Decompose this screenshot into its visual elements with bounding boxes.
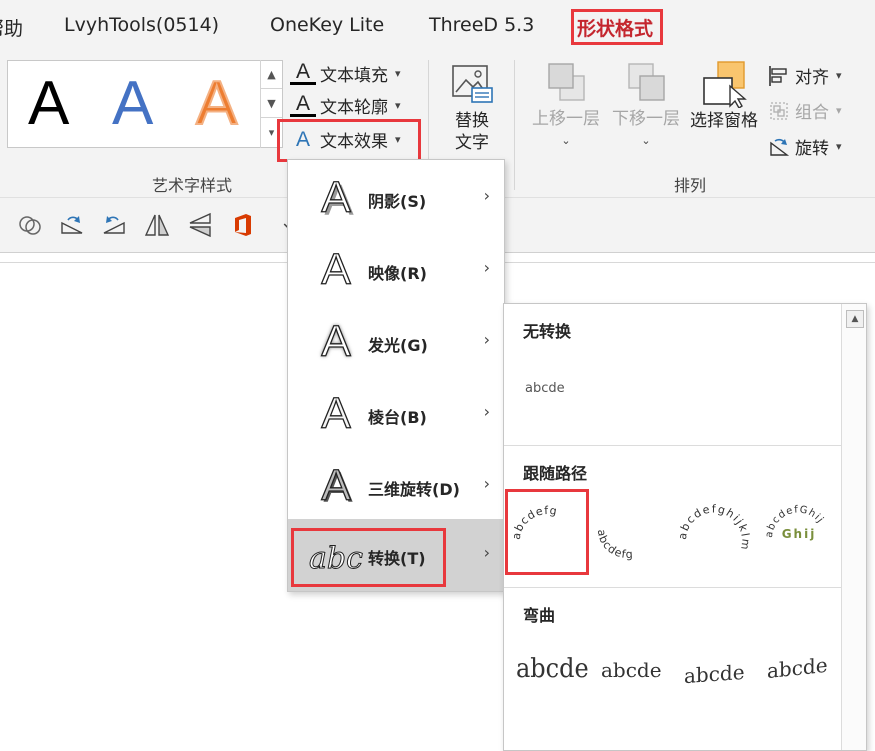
chevron-down-icon: ▾ (836, 69, 842, 82)
menu-item-shadow-label: 阴影(S) (368, 192, 427, 211)
bring-forward-label: 上移一层 (532, 109, 600, 129)
warp-sample-1[interactable]: abcde (516, 653, 589, 684)
wordart-style-gallery[interactable]: A A A (7, 60, 283, 148)
group-button[interactable]: 组合 ▾ (767, 98, 842, 123)
arrange-group-label: 排列 (674, 176, 707, 195)
chevron-right-icon: › (483, 330, 490, 349)
gallery-down-icon[interactable]: ▼ (261, 89, 282, 118)
chevron-down-icon: ⌄ (641, 134, 651, 147)
text-fill-label: 文本填充 (320, 66, 388, 86)
wordart-sample-black[interactable]: A (28, 69, 69, 139)
svg-text:abcdefghijklm: abcdefghijklm (676, 502, 753, 551)
bring-forward-icon (548, 63, 585, 101)
menu-item-bevel[interactable]: A 棱台(B) › (288, 378, 504, 450)
align-button[interactable]: 对齐 ▾ (767, 63, 842, 88)
highlight-tab-shape-format (571, 9, 663, 45)
text-fill-icon: A (290, 61, 316, 85)
warp-sample-4[interactable]: abcde (767, 653, 828, 683)
text-fill-button[interactable]: A 文本填充 ▾ (290, 61, 401, 86)
chevron-down-icon: ▾ (395, 99, 401, 112)
menu-item-reflection[interactable]: A 映像(R) › (288, 234, 504, 306)
menu-item-glow-label: 发光(G) (368, 336, 428, 355)
chevron-right-icon: › (483, 258, 490, 277)
flip-vertical-icon[interactable] (186, 211, 214, 239)
menu-item-glow[interactable]: A 发光(G) › (288, 306, 504, 378)
selection-pane-button[interactable]: 选择窗格 (686, 60, 762, 132)
section-separator (504, 587, 841, 588)
flip-rotate-left-icon[interactable] (100, 211, 128, 239)
chevron-right-icon: › (483, 474, 490, 493)
warp-sample-3[interactable]: abcde (684, 660, 745, 688)
rotate-button[interactable]: 旋转 ▾ (767, 134, 842, 159)
selection-pane-label: 选择窗格 (690, 111, 758, 131)
ribbon-tab-bar: 帮助 LvyhTools(0514) OneKey Lite ThreeD 5.… (0, 0, 875, 52)
send-backward-icon (628, 63, 665, 101)
section-separator (504, 445, 841, 446)
chevron-right-icon: › (483, 186, 490, 205)
wordart-group-label: 艺术字样式 (152, 176, 233, 195)
highlight-text-effects (277, 119, 421, 162)
chevron-down-icon: ▾ (836, 140, 842, 153)
tab-threed[interactable]: ThreeD 5.3 (429, 14, 534, 36)
menu-item-reflection-label: 映像(R) (368, 264, 427, 283)
menu-item-shadow[interactable]: A 阴影(S) › (288, 162, 504, 234)
group-label: 组合 (795, 103, 829, 123)
selection-pane-icon (703, 61, 747, 108)
menu-item-3d-rotation[interactable]: A 三维旋转(D) › (288, 450, 504, 522)
align-label: 对齐 (795, 68, 829, 88)
3d-rotation-A-icon: A (321, 460, 352, 510)
follow-path-circle[interactable]: abcdefghijklm (674, 494, 754, 574)
text-outline-label: 文本轮廓 (320, 98, 388, 118)
flip-rotate-right-icon[interactable] (58, 211, 86, 239)
bevel-A-icon: A (321, 388, 352, 438)
alt-text-button[interactable]: 替换 文字 (446, 62, 498, 154)
text-outline-button[interactable]: A 文本轮廓 ▾ (290, 93, 401, 118)
tab-help[interactable]: 帮助 (0, 14, 23, 41)
align-icon (769, 65, 787, 86)
flip-horizontal-icon[interactable] (143, 211, 171, 239)
chevron-down-icon: ▾ (836, 104, 842, 117)
chevron-down-icon: ▾ (395, 67, 401, 80)
gallery-up-icon[interactable]: ▲ (261, 60, 282, 89)
chevron-down-icon: ⌄ (561, 134, 571, 147)
follow-path-button[interactable]: abcdefGhij Ghij (758, 494, 840, 574)
shadow-A-icon: A (321, 172, 352, 222)
follow-path-heading: 跟随路径 (523, 464, 588, 483)
tab-lvyhtools[interactable]: LvyhTools(0514) (64, 14, 219, 36)
alt-text-icon (452, 65, 493, 103)
text-outline-icon: A (290, 93, 316, 117)
no-transform-heading: 无转换 (523, 322, 572, 341)
reflection-A-icon: A (321, 244, 352, 294)
highlight-follow-path-arch (505, 489, 589, 575)
tab-onekey-lite[interactable]: OneKey Lite (270, 14, 384, 36)
warp-sample-2[interactable]: abcde (601, 658, 662, 682)
rotate-icon (770, 138, 790, 156)
rotate-label: 旋转 (795, 139, 829, 159)
wordart-sample-blue[interactable]: A (112, 69, 153, 139)
shape-union-icon[interactable] (16, 211, 44, 239)
alt-text-label-2: 文字 (455, 133, 489, 153)
group-separator (514, 60, 515, 190)
highlight-transform (291, 528, 446, 587)
bring-forward-button[interactable]: 上移一层 ⌄ (528, 60, 604, 152)
wordart-sample-orange[interactable]: A (195, 68, 238, 139)
send-backward-button[interactable]: 下移一层 ⌄ (608, 60, 684, 152)
glow-A-icon: A (321, 316, 352, 366)
follow-path-arch-down[interactable]: abcdefg (592, 512, 662, 568)
alt-text-label-1: 替换 (455, 111, 489, 131)
menu-item-3d-rotation-label: 三维旋转(D) (368, 480, 460, 499)
group-icon (770, 101, 788, 120)
send-backward-label: 下移一层 (612, 109, 680, 129)
scroll-up-icon[interactable]: ▲ (846, 310, 864, 328)
chevron-right-icon: › (483, 402, 490, 421)
no-transform-sample[interactable]: abcde (525, 381, 565, 396)
svg-text:abcdefg: abcdefg (595, 529, 634, 562)
svg-text:Ghij: Ghij (782, 527, 817, 541)
warp-heading: 弯曲 (523, 606, 556, 625)
chevron-right-icon: › (483, 543, 490, 562)
transform-submenu-scrollbar[interactable]: ▲ (841, 304, 866, 750)
menu-item-bevel-label: 棱台(B) (368, 408, 427, 427)
office-logo-icon[interactable] (229, 211, 257, 239)
